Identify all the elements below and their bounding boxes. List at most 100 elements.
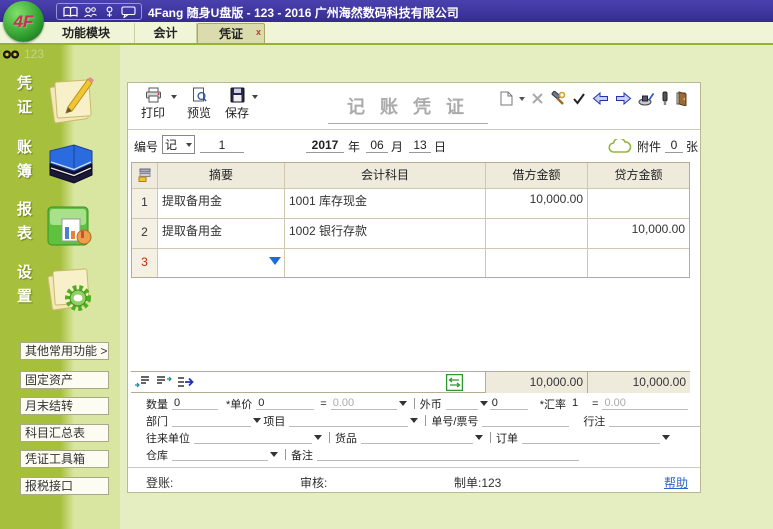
contact-icon[interactable] <box>103 6 116 18</box>
line-note-field[interactable] <box>609 414 700 427</box>
col-header-summary[interactable]: 摘要 <box>158 163 285 189</box>
quantity-field[interactable]: 0 <box>172 397 218 410</box>
voucher-header-row: 编号 记 1 2017 年 06 月 13 日 附件 0 张 <box>128 133 700 159</box>
debit-cell[interactable] <box>486 249 587 252</box>
doc-number-field[interactable] <box>482 414 569 427</box>
entry-row-2[interactable]: 2 提取备用金 1002 银行存款 10,000.00 <box>132 219 689 249</box>
tab-voucher[interactable]: 凭证 x <box>197 23 265 43</box>
col-header-debit[interactable]: 借方金额 <box>486 163 588 189</box>
currency-field[interactable] <box>446 397 478 410</box>
credit-cell[interactable]: 10,000.00 <box>588 219 689 236</box>
department-field[interactable] <box>172 414 251 427</box>
amount-field[interactable]: 0.00 <box>331 397 397 410</box>
account-cell[interactable] <box>285 249 485 252</box>
total-credit: 10,000.00 <box>587 372 690 393</box>
fx-qty-field[interactable]: 0 <box>490 397 528 410</box>
department-dropdown-icon[interactable] <box>253 418 261 423</box>
col-header-credit[interactable]: 贷方金额 <box>588 163 689 189</box>
next-voucher-icon[interactable] <box>615 92 632 105</box>
tools-icon[interactable] <box>550 91 566 106</box>
amount-dropdown-icon[interactable] <box>399 401 407 406</box>
credit-cell[interactable] <box>588 249 689 252</box>
detail-fields: 数量 0 *单价 0 = 0.00 外币 0 *汇率 1 = 0.00 <box>128 395 700 463</box>
entry-row-1[interactable]: 1 提取备用金 1001 库存现金 10,000.00 <box>132 189 689 219</box>
seal-icon[interactable] <box>638 92 655 106</box>
account-summary-button[interactable]: 科目汇总表 <box>20 424 109 442</box>
project-dropdown-icon[interactable] <box>410 418 418 423</box>
save-button[interactable]: 保存 <box>220 87 254 121</box>
delete-icon[interactable] <box>531 92 544 105</box>
exit-icon[interactable] <box>675 91 690 106</box>
new-dropdown-icon[interactable] <box>519 97 525 101</box>
summary-cell[interactable]: 提取备用金 <box>158 189 284 209</box>
entry-row-3[interactable]: 3 <box>132 249 689 277</box>
prev-voucher-icon[interactable] <box>592 92 609 105</box>
sidebar-item-reports[interactable]: 报表 <box>0 197 120 253</box>
date-year-field[interactable]: 2017 <box>306 138 344 153</box>
rate-field[interactable]: 1 <box>570 397 592 410</box>
book-type-select[interactable]: 记 <box>162 135 195 154</box>
date-month-field[interactable]: 06 <box>366 138 388 153</box>
save-dropdown-icon[interactable] <box>252 95 258 99</box>
col-header-account[interactable]: 会计科目 <box>285 163 486 189</box>
warehouse-dropdown-icon[interactable] <box>270 452 278 457</box>
summary-dropdown-icon[interactable] <box>269 257 281 265</box>
partner-field[interactable] <box>194 431 312 444</box>
tax-interface-button[interactable]: 报税接口 <box>20 477 109 495</box>
voucher-number-field[interactable]: 1 <box>200 138 244 153</box>
unit-price-field[interactable]: 0 <box>256 397 314 410</box>
new-voucher-icon[interactable] <box>500 91 513 106</box>
order-field[interactable] <box>522 431 660 444</box>
partner-dropdown-icon[interactable] <box>314 435 322 440</box>
credit-cell[interactable] <box>588 189 689 192</box>
pin-icon[interactable] <box>661 91 669 106</box>
tab-accounting[interactable]: 会计 <box>135 23 197 43</box>
book-icon[interactable] <box>63 6 78 18</box>
help-link[interactable]: 帮助 <box>664 474 688 491</box>
totals-row: 10,000.00 10,000.00 <box>131 371 690 393</box>
summary-cell[interactable]: 提取备用金 <box>158 219 284 239</box>
summary-cell[interactable] <box>158 249 284 252</box>
insert-row-header-icon[interactable] <box>132 163 158 189</box>
insert-row-above-icon[interactable] <box>134 375 151 389</box>
date-day-field[interactable]: 13 <box>409 138 431 153</box>
debit-cell[interactable]: 10,000.00 <box>486 189 587 206</box>
fx-amount-field[interactable]: 0.00 <box>602 397 688 410</box>
warehouse-field[interactable] <box>172 448 268 461</box>
printer-icon <box>145 87 162 103</box>
month-end-closing-button[interactable]: 月末结转 <box>20 397 109 415</box>
attachment-count-field[interactable]: 0 <box>665 138 683 153</box>
tab-function-modules[interactable]: 功能模块 <box>38 23 135 43</box>
insert-row-below-icon[interactable] <box>155 375 172 389</box>
more-functions-button[interactable]: 其他常用功能 >> <box>20 342 109 360</box>
sidebar: 123 凭证 账簿 <box>0 45 120 529</box>
detail-row-partner: 往来单位 货品 订单 <box>128 429 700 446</box>
sidebar-item-ledgers[interactable]: 账簿 <box>0 135 120 191</box>
account-cell[interactable]: 1002 银行存款 <box>285 219 485 239</box>
fixed-assets-button[interactable]: 固定资产 <box>20 371 109 389</box>
goods-field[interactable] <box>361 431 473 444</box>
tab-close-icon[interactable]: x <box>256 22 261 42</box>
currency-dropdown-icon[interactable] <box>480 401 488 406</box>
chat-icon[interactable] <box>121 6 136 18</box>
voucher-toolbox-button[interactable]: 凭证工具箱 <box>20 450 109 468</box>
note-field[interactable] <box>317 448 579 461</box>
print-dropdown-icon[interactable] <box>171 95 177 99</box>
app-logo: 4F <box>3 1 44 42</box>
users-icon[interactable] <box>83 6 98 18</box>
attachment-cloud-icon[interactable] <box>608 139 632 154</box>
project-field[interactable] <box>289 414 408 427</box>
sidebar-item-settings[interactable]: 设置 <box>0 260 120 316</box>
print-button[interactable]: 打印 <box>136 87 170 121</box>
preview-button[interactable]: 预览 <box>182 87 216 121</box>
binoculars-icon <box>3 49 19 60</box>
account-cell[interactable]: 1001 库存现金 <box>285 189 485 209</box>
goods-dropdown-icon[interactable] <box>475 435 483 440</box>
balance-icon[interactable] <box>446 374 463 391</box>
audited-label: 审核: <box>300 474 327 491</box>
order-dropdown-icon[interactable] <box>662 435 670 440</box>
move-row-icon[interactable] <box>176 375 195 389</box>
approve-check-icon[interactable] <box>572 92 586 105</box>
sidebar-item-voucher[interactable]: 凭证 <box>0 71 120 127</box>
debit-cell[interactable] <box>486 219 587 222</box>
